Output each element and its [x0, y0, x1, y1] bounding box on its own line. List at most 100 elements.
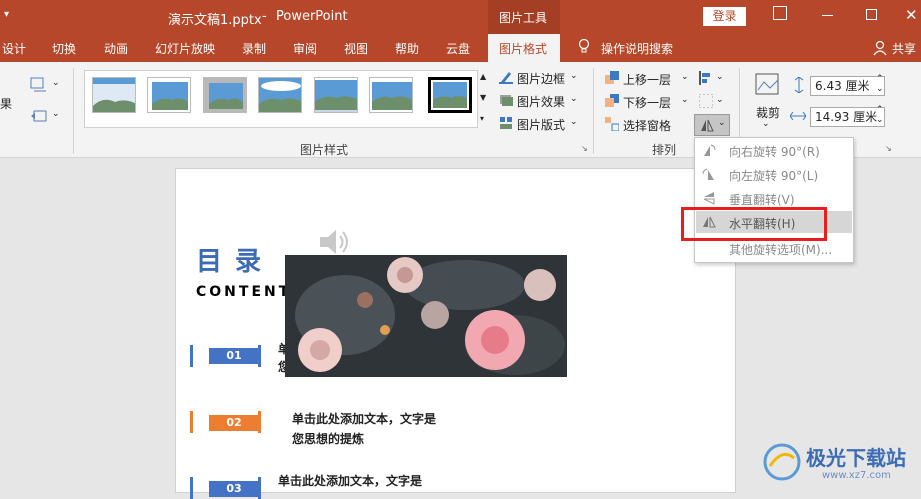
- size-dialog-launcher-icon[interactable]: ↘: [885, 144, 892, 153]
- align-icon[interactable]: [699, 71, 713, 85]
- picture-layout-button[interactable]: 图片版式: [517, 116, 565, 133]
- bring-forward-button[interactable]: 上移一层: [623, 71, 671, 88]
- menu-item-flip-vertical[interactable]: 垂直翻转(V): [696, 187, 852, 209]
- picture-style-4[interactable]: [258, 77, 302, 113]
- selection-pane-button[interactable]: 选择窗格: [623, 117, 671, 134]
- spin-up-icon[interactable]: ⌃: [876, 74, 884, 84]
- lightbulb-icon: [578, 38, 590, 53]
- menu-item-label: 向左旋转 90°(L): [729, 169, 819, 183]
- minimize-icon[interactable]: [822, 15, 833, 16]
- spin-up-icon[interactable]: ⌃: [876, 105, 884, 115]
- highlight-annotation-box: [681, 207, 827, 241]
- menu-item-rotate-left[interactable]: 向左旋转 90°(L): [696, 163, 852, 185]
- reset-picture-icon[interactable]: [30, 108, 48, 124]
- send-backward-button[interactable]: 下移一层: [623, 94, 671, 111]
- picture-style-1[interactable]: [92, 77, 136, 113]
- height-value: 6.43 厘米: [815, 79, 870, 93]
- ribbon-display-options-icon[interactable]: [773, 6, 787, 20]
- tab-slideshow[interactable]: 幻灯片放映: [155, 40, 215, 57]
- item-2-text-line1[interactable]: 单击此处添加文本，文字是: [292, 409, 436, 429]
- rotate-right-icon: [702, 143, 716, 157]
- change-picture-icon[interactable]: [30, 77, 48, 93]
- rotate-dropdown-menu: 向右旋转 90°(R) 向左旋转 90°(L) 垂直翻转(V) 水平翻转(H) …: [694, 137, 854, 263]
- item-2-bar-left: [190, 411, 193, 433]
- tab-view[interactable]: 视图: [344, 40, 368, 57]
- chevron-down-icon: ⌄: [718, 118, 726, 128]
- item-3-bar-right: [258, 477, 261, 499]
- chevron-down-icon[interactable]: ⌄: [52, 78, 60, 88]
- gallery-scroll-up-icon[interactable]: ▲: [480, 72, 486, 81]
- item-3-text-line1[interactable]: 单击此处添加文本，文字是: [278, 471, 422, 491]
- speaker-icon[interactable]: [318, 227, 354, 257]
- tab-record[interactable]: 录制: [242, 40, 266, 57]
- tab-design[interactable]: 设计: [2, 40, 26, 57]
- watermark-logo-icon: [762, 442, 802, 482]
- menu-item-label: 向右旋转 90°(R): [729, 145, 820, 159]
- picture-styles-group-label: 图片样式: [300, 143, 349, 157]
- dialog-launcher-icon[interactable]: ↘: [581, 144, 588, 153]
- watermark: 极光下载站 www.xz7.com: [760, 440, 918, 490]
- watermark-url: www.xz7.com: [822, 470, 891, 481]
- arrange-group-label: 排列: [652, 143, 677, 157]
- menu-item-label: 其他旋转选项(M)...: [729, 243, 833, 257]
- chevron-down-icon[interactable]: ⌄: [570, 94, 578, 104]
- picture-style-6[interactable]: [369, 77, 413, 113]
- menu-item-rotate-right[interactable]: 向右旋转 90°(R): [696, 139, 852, 161]
- tab-picture-format[interactable]: 图片格式: [488, 34, 560, 62]
- window-title-app: PowerPoint: [276, 9, 348, 24]
- height-icon: [793, 76, 805, 94]
- title-separator: -: [262, 9, 267, 24]
- item-1-number: 01: [209, 348, 259, 364]
- watermark-text: 极光下载站: [806, 446, 906, 470]
- inserted-picture[interactable]: [285, 255, 567, 377]
- chevron-down-icon[interactable]: ⌄: [52, 109, 60, 119]
- chevron-down-icon[interactable]: ⌄: [762, 119, 770, 129]
- login-button[interactable]: 登录: [703, 7, 746, 26]
- rotate-button[interactable]: ⌄: [694, 114, 730, 136]
- width-spinbox[interactable]: 14.93 厘米: [810, 107, 885, 127]
- picture-style-3[interactable]: [203, 77, 247, 113]
- chevron-down-icon[interactable]: ⌄: [681, 72, 689, 82]
- tab-help[interactable]: 帮助: [395, 40, 419, 57]
- picture-effects-button[interactable]: 图片效果: [517, 93, 565, 110]
- chevron-down-icon[interactable]: ⌄: [681, 95, 689, 105]
- width-value: 14.93 厘米: [815, 110, 878, 124]
- ribbon-tabs: 设计 切换 动画 幻灯片放映 录制 审阅 视图 帮助 云盘 图片格式 操作说明搜…: [0, 34, 921, 62]
- tab-review[interactable]: 审阅: [293, 40, 317, 57]
- selection-pane-icon: [605, 117, 620, 132]
- close-icon[interactable]: ✕: [905, 6, 918, 24]
- tab-picture-format-label: 图片格式: [499, 42, 548, 56]
- tell-me-search[interactable]: 操作说明搜索: [601, 40, 673, 57]
- chevron-down-icon[interactable]: ⌄: [570, 117, 578, 127]
- maximize-icon[interactable]: [866, 9, 877, 20]
- picture-border-icon: [499, 70, 513, 84]
- ribbon-left-partial-label: 果: [0, 97, 13, 111]
- gallery-scroll-down-icon[interactable]: ▼: [480, 93, 486, 102]
- group-icon[interactable]: [698, 93, 714, 109]
- picture-border-button[interactable]: 图片边框: [517, 70, 565, 87]
- item-2-text-line2[interactable]: 您思想的提炼: [292, 429, 364, 449]
- slide-subtitle[interactable]: CONTENT: [196, 284, 291, 300]
- share-button[interactable]: 共享: [892, 40, 916, 57]
- tab-cloud[interactable]: 云盘: [446, 40, 470, 57]
- height-spinbox[interactable]: 6.43 厘米: [810, 76, 885, 96]
- picture-style-5[interactable]: [314, 77, 358, 113]
- picture-layout-icon: [499, 116, 513, 130]
- slide-title[interactable]: 目 录: [196, 241, 263, 278]
- tab-transitions[interactable]: 切换: [52, 40, 76, 57]
- item-3-bar-left: [190, 477, 193, 499]
- title-bar: ▾ 演示文稿1.pptx - PowerPoint 图片工具 登录 ✕: [0, 0, 921, 34]
- spin-down-icon[interactable]: ⌄: [876, 115, 884, 125]
- chevron-down-icon[interactable]: ⌄: [716, 95, 724, 105]
- spin-down-icon[interactable]: ⌄: [876, 84, 884, 94]
- picture-style-2[interactable]: [147, 77, 191, 113]
- tab-animations[interactable]: 动画: [104, 40, 128, 57]
- flip-vertical-icon: [702, 191, 716, 205]
- gallery-more-icon[interactable]: ▾: [480, 114, 484, 123]
- chevron-down-icon[interactable]: ⌄: [716, 72, 724, 82]
- rotate-icon: [700, 118, 714, 132]
- qat-dropdown-icon[interactable]: ▾: [4, 9, 9, 20]
- chevron-down-icon[interactable]: ⌄: [570, 71, 578, 81]
- picture-style-7[interactable]: [428, 77, 472, 113]
- crop-icon[interactable]: [754, 72, 782, 98]
